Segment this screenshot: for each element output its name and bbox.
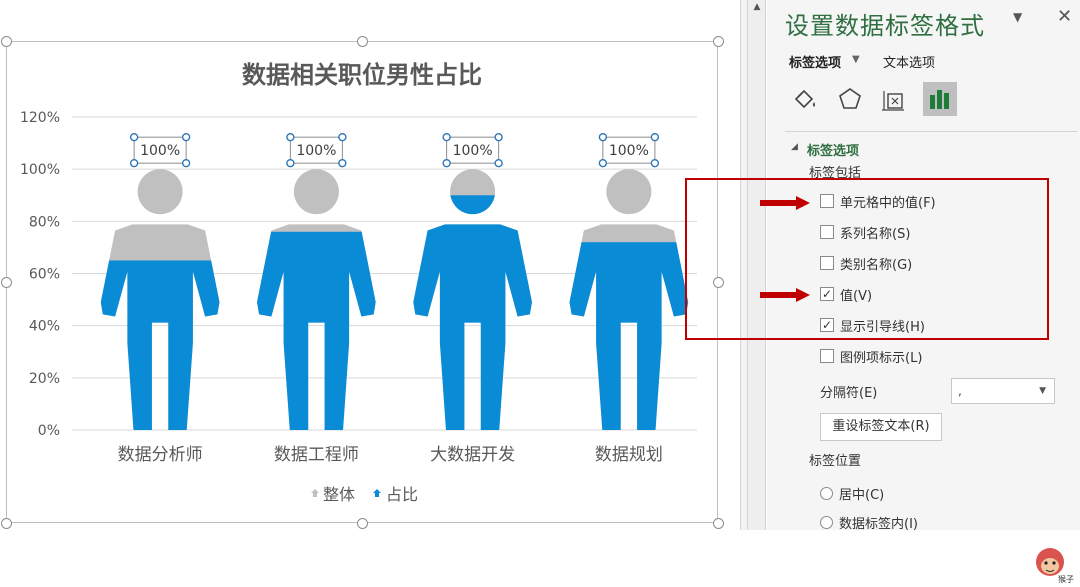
close-icon[interactable]: ✕ <box>1057 6 1072 27</box>
tab-label-options[interactable]: 标签选项 <box>789 52 841 71</box>
radio-button[interactable] <box>820 516 833 529</box>
label-handle[interactable] <box>650 158 660 168</box>
y-tick-label: 0% <box>38 423 60 439</box>
divider <box>785 131 1077 132</box>
separator-value: , <box>958 384 962 398</box>
y-tick-label: 40% <box>29 319 60 335</box>
radio-label: 数据标签内(I) <box>839 517 918 532</box>
person-figure-ratio[interactable] <box>90 260 230 432</box>
chevron-down-icon[interactable]: ▼ <box>852 54 860 65</box>
legend-marker-overall <box>311 489 319 497</box>
legend: 整体 占比 <box>311 485 418 504</box>
resize-handle-tl[interactable] <box>1 36 12 47</box>
legend-label-overall: 整体 <box>323 485 355 504</box>
reset-label-text-button[interactable]: 重设标签文本(R) <box>820 413 942 441</box>
pane-title: 设置数据标签格式 <box>785 12 985 40</box>
red-arrow-icon <box>760 196 810 210</box>
red-arrow-icon <box>760 288 810 302</box>
data-label: 100% <box>140 143 180 159</box>
radio-inside-end[interactable]: 数据标签内(I) <box>820 513 918 532</box>
person-figures <box>90 169 699 432</box>
person-figure-ratio[interactable] <box>246 231 386 432</box>
label-handle[interactable] <box>442 158 451 168</box>
checkbox[interactable] <box>820 349 834 363</box>
separator-label: 分隔符(E) <box>820 386 878 401</box>
x-axis-label: 数据分析师 <box>118 445 203 465</box>
label-position-heading: 标签位置 <box>809 454 862 469</box>
fill-icon[interactable] <box>787 82 821 116</box>
y-tick-label: 60% <box>29 267 60 283</box>
label-handle[interactable] <box>598 132 608 142</box>
label-handle[interactable] <box>129 158 139 168</box>
data-labels: 100% 100% 100% 100% <box>129 132 660 168</box>
resize-handle-bc[interactable] <box>357 518 368 529</box>
resize-handle-ml[interactable] <box>1 277 12 288</box>
label-handle[interactable] <box>494 132 503 142</box>
scroll-up-icon[interactable]: ▲ <box>750 0 764 14</box>
collapse-icon[interactable]: ◢ <box>791 142 798 152</box>
size-properties-icon[interactable] <box>877 82 911 116</box>
label-handle[interactable] <box>598 158 608 168</box>
person-figure-ratio[interactable] <box>403 195 543 432</box>
radio-center[interactable]: 居中(C) <box>820 484 884 503</box>
data-label: 100% <box>609 143 649 159</box>
resize-handle-tr[interactable] <box>713 36 724 47</box>
chart-title: 数据相关职位男性占比 <box>242 61 482 89</box>
label-handle[interactable] <box>494 158 503 168</box>
x-axis-label: 数据工程师 <box>274 445 359 465</box>
legend-marker-ratio <box>373 489 381 497</box>
label-handle[interactable] <box>442 132 451 142</box>
x-axis-label: 大数据开发 <box>430 445 515 465</box>
label-handle[interactable] <box>181 132 191 142</box>
legend-label-ratio: 占比 <box>386 485 418 504</box>
x-axis-labels: 数据分析师 数据工程师 大数据开发 数据规划 <box>118 445 663 465</box>
radio-label: 居中(C) <box>839 488 885 503</box>
chevron-down-icon[interactable]: ▼ <box>1039 379 1046 403</box>
resize-handle-br[interactable] <box>713 518 724 529</box>
x-axis-label: 数据规划 <box>595 445 663 465</box>
resize-handle-tc[interactable] <box>357 36 368 47</box>
dropdown-icon[interactable]: ▼ <box>1013 10 1022 24</box>
label-handle[interactable] <box>338 158 347 168</box>
pentagon-icon[interactable] <box>833 82 867 116</box>
separator-select[interactable]: , ▼ <box>951 378 1055 404</box>
label-handle[interactable] <box>286 158 295 168</box>
label-handle[interactable] <box>286 132 295 142</box>
tab-text-options[interactable]: 文本选项 <box>883 52 935 71</box>
bar-chart-icon <box>930 90 949 109</box>
person-figure-ratio[interactable] <box>559 242 699 432</box>
label-handle[interactable] <box>129 132 139 142</box>
bar-chart-tab[interactable] <box>923 82 957 116</box>
y-tick-label: 80% <box>29 214 60 230</box>
label-handle[interactable] <box>650 132 660 142</box>
logo-text: 猴子 <box>1058 575 1074 584</box>
highlight-box <box>685 178 1049 340</box>
section-label-options[interactable]: 标签选项 <box>807 140 859 159</box>
radio-button[interactable] <box>820 487 833 500</box>
chart-canvas[interactable]: 数据相关职位男性占比 0%20%40%60%80%100%120% 数据分析师数… <box>0 0 740 540</box>
y-tick-label: 20% <box>29 371 60 387</box>
y-tick-label: 100% <box>20 162 60 178</box>
data-label: 100% <box>296 143 336 159</box>
label-handle[interactable] <box>338 132 347 142</box>
data-label: 100% <box>453 143 493 159</box>
y-tick-label: 120% <box>20 110 60 126</box>
y-axis-ticks: 0% 20% 40% 60% 80% 100% 120% <box>20 110 60 439</box>
resize-handle-bl[interactable] <box>1 518 12 529</box>
option-label: 图例项标示(L) <box>840 350 923 366</box>
label-handle[interactable] <box>181 158 191 168</box>
option-legend-key[interactable]: 图例项标示(L) <box>820 346 922 366</box>
